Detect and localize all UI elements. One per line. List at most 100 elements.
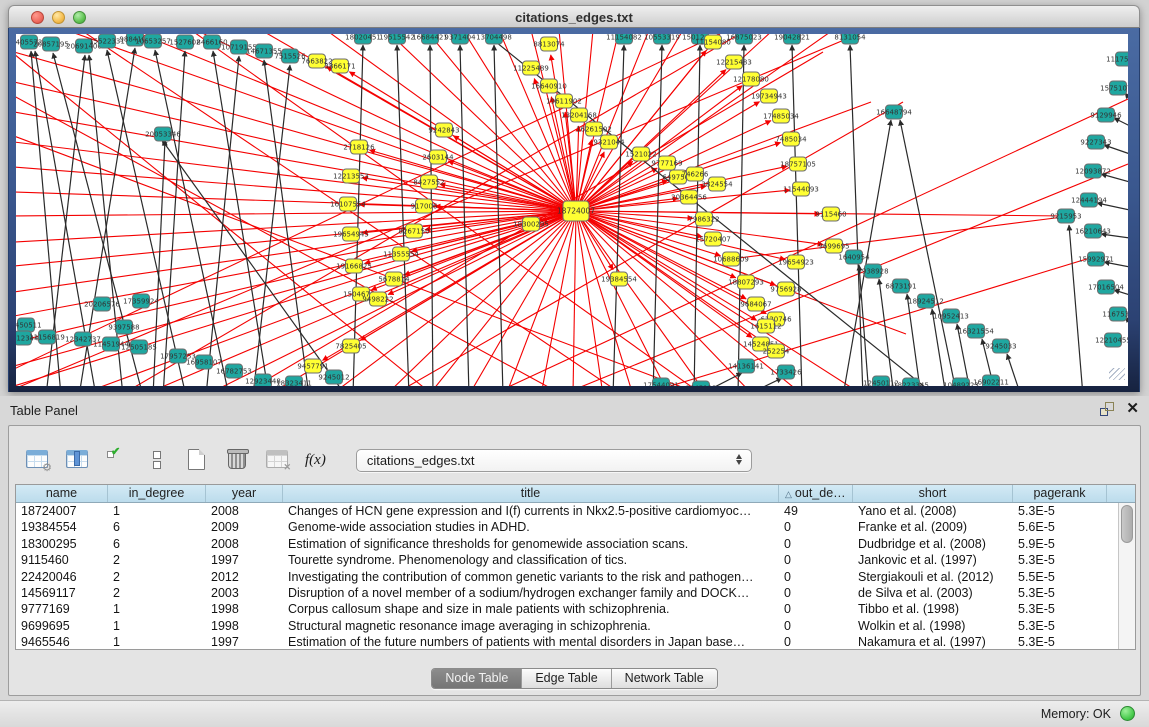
citation-network-graph[interactable]: 2405572420857195206914061552233198841021… xyxy=(16,34,1128,386)
column-header-year[interactable]: year xyxy=(206,485,283,502)
cell-short[interactable]: Stergiakouli et al. (2012) xyxy=(853,569,1013,585)
column-header-out_degree[interactable]: △out_de… xyxy=(779,485,853,502)
cell-title[interactable]: Genome-wide association studies in ADHD. xyxy=(283,519,779,535)
cell-year[interactable]: 2003 xyxy=(206,585,283,601)
cell-in_degree[interactable]: 1 xyxy=(108,634,206,649)
cell-in_degree[interactable]: 1 xyxy=(108,618,206,634)
float-panel-icon[interactable] xyxy=(1100,402,1114,416)
window-resize-grip[interactable] xyxy=(1109,368,1125,380)
cell-in_degree[interactable]: 6 xyxy=(108,536,206,552)
column-header-in_degree[interactable]: in_degree xyxy=(108,485,206,502)
cell-title[interactable]: Estimation of significance thresholds fo… xyxy=(283,536,779,552)
cell-out_degree[interactable]: 49 xyxy=(779,503,853,519)
cell-year[interactable]: 1998 xyxy=(206,601,283,617)
cell-name[interactable]: 22420046 xyxy=(16,569,108,585)
cell-out_degree[interactable]: 0 xyxy=(779,634,853,649)
cell-year[interactable]: 2009 xyxy=(206,519,283,535)
cell-short[interactable]: de Silva et al. (2003) xyxy=(853,585,1013,601)
vertical-scrollbar[interactable] xyxy=(1118,503,1135,649)
column-header-pagerank[interactable]: pagerank xyxy=(1013,485,1107,502)
cell-out_degree[interactable]: 0 xyxy=(779,618,853,634)
column-header-name[interactable]: name xyxy=(16,485,108,502)
tab-edge-table[interactable]: Edge Table xyxy=(522,669,611,688)
column-header-short[interactable]: short xyxy=(853,485,1013,502)
cell-year[interactable]: 1998 xyxy=(206,618,283,634)
cell-year[interactable]: 2012 xyxy=(206,569,283,585)
cell-title[interactable]: Disruption of a novel member of a sodium… xyxy=(283,585,779,601)
cell-pagerank[interactable]: 5.9E-5 xyxy=(1013,536,1107,552)
cell-short[interactable]: Dudbridge et al. (2008) xyxy=(853,536,1013,552)
window-titlebar[interactable]: citations_edges.txt xyxy=(8,5,1140,28)
graph-node-label: 12178080 xyxy=(733,76,769,84)
cell-pagerank[interactable]: 5.6E-5 xyxy=(1013,519,1107,535)
cell-title[interactable]: Tourette syndrome. Phenomenology and cla… xyxy=(283,552,779,568)
table-row[interactable]: 911546021997Tourette syndrome. Phenomeno… xyxy=(16,552,1118,568)
cell-out_degree[interactable]: 0 xyxy=(779,519,853,535)
cell-short[interactable]: Wolkin et al. (1998) xyxy=(853,618,1013,634)
cell-in_degree[interactable]: 2 xyxy=(108,569,206,585)
cell-name[interactable]: 19384554 xyxy=(16,519,108,535)
cell-title[interactable]: Corpus callosum shape and size in male p… xyxy=(283,601,779,617)
cell-pagerank[interactable]: 5.3E-5 xyxy=(1013,618,1107,634)
cell-out_degree[interactable]: 0 xyxy=(779,536,853,552)
table-row[interactable]: 1456911722003Disruption of a novel membe… xyxy=(16,585,1118,601)
cell-short[interactable]: Jankovic et al. (1997) xyxy=(853,552,1013,568)
cell-name[interactable]: 9465546 xyxy=(16,634,108,649)
table-row[interactable]: 969969511998Structural magnetic resonanc… xyxy=(16,618,1118,634)
table-selector-dropdown[interactable]: citations_edges.txt xyxy=(356,449,752,472)
table-row[interactable]: 1938455462009Genome-wide association stu… xyxy=(16,519,1118,535)
cell-short[interactable]: Yano et al. (2008) xyxy=(853,503,1013,519)
network-canvas[interactable]: 2405572420857195206914061552233198841021… xyxy=(16,34,1128,386)
cell-in_degree[interactable]: 1 xyxy=(108,601,206,617)
cell-name[interactable]: 9115460 xyxy=(16,552,108,568)
cell-year[interactable]: 2008 xyxy=(206,503,283,519)
tab-node-table[interactable]: Node Table xyxy=(432,669,522,688)
function-builder-icon[interactable]: f(x) xyxy=(305,452,326,469)
table-row[interactable]: 977716911998Corpus callosum shape and si… xyxy=(16,601,1118,617)
merge-rows-icon[interactable] xyxy=(145,448,171,472)
cell-short[interactable]: Franke et al. (2009) xyxy=(853,519,1013,535)
cell-pagerank[interactable]: 5.3E-5 xyxy=(1013,585,1107,601)
cell-name[interactable]: 18724007 xyxy=(16,503,108,519)
cell-pagerank[interactable]: 5.3E-5 xyxy=(1013,634,1107,649)
cell-year[interactable]: 2008 xyxy=(206,536,283,552)
cell-name[interactable]: 18300295 xyxy=(16,536,108,552)
row-select-icon[interactable]: ✔ ✔ xyxy=(105,448,131,472)
table-row[interactable]: 946554611997Estimation of the future num… xyxy=(16,634,1118,649)
new-table-icon[interactable] xyxy=(185,448,211,472)
cell-short[interactable]: Tibbo et al. (1998) xyxy=(853,601,1013,617)
cell-name[interactable]: 9699695 xyxy=(16,618,108,634)
table-row[interactable]: 2242004622012Investigating the contribut… xyxy=(16,569,1118,585)
table-row[interactable]: 1872400712008Changes of HCN gene express… xyxy=(16,503,1118,519)
cell-year[interactable]: 1997 xyxy=(206,634,283,649)
column-chooser-icon[interactable] xyxy=(65,448,91,472)
cell-out_degree[interactable]: 0 xyxy=(779,601,853,617)
cell-pagerank[interactable]: 5.3E-5 xyxy=(1013,503,1107,519)
close-panel-icon[interactable]: ✕ xyxy=(1126,402,1139,416)
tab-network-table[interactable]: Network Table xyxy=(612,669,717,688)
cell-short[interactable]: Nakamura et al. (1997) xyxy=(853,634,1013,649)
cell-name[interactable]: 9777169 xyxy=(16,601,108,617)
cell-out_degree[interactable]: 0 xyxy=(779,585,853,601)
cell-title[interactable]: Structural magnetic resonance image aver… xyxy=(283,618,779,634)
cell-title[interactable]: Changes of HCN gene expression and I(f) … xyxy=(283,503,779,519)
cell-in_degree[interactable]: 2 xyxy=(108,552,206,568)
table-row[interactable]: 1830029562008Estimation of significance … xyxy=(16,536,1118,552)
graph-node-label: 9129946 xyxy=(1090,112,1122,120)
column-header-title[interactable]: title xyxy=(283,485,779,502)
cell-title[interactable]: Estimation of the future numbers of pati… xyxy=(283,634,779,649)
cell-out_degree[interactable]: 0 xyxy=(779,552,853,568)
cell-pagerank[interactable]: 5.5E-5 xyxy=(1013,569,1107,585)
cell-in_degree[interactable]: 6 xyxy=(108,519,206,535)
cell-pagerank[interactable]: 5.3E-5 xyxy=(1013,552,1107,568)
cell-year[interactable]: 1997 xyxy=(206,552,283,568)
cell-title[interactable]: Investigating the contribution of common… xyxy=(283,569,779,585)
cell-pagerank[interactable]: 5.3E-5 xyxy=(1013,601,1107,617)
scrollbar-thumb[interactable] xyxy=(1121,505,1133,543)
cell-out_degree[interactable]: 0 xyxy=(779,569,853,585)
cell-in_degree[interactable]: 2 xyxy=(108,585,206,601)
delete-table-icon[interactable] xyxy=(225,448,251,472)
table-settings-icon[interactable]: ⚙ xyxy=(25,448,51,472)
cell-name[interactable]: 14569117 xyxy=(16,585,108,601)
cell-in_degree[interactable]: 1 xyxy=(108,503,206,519)
